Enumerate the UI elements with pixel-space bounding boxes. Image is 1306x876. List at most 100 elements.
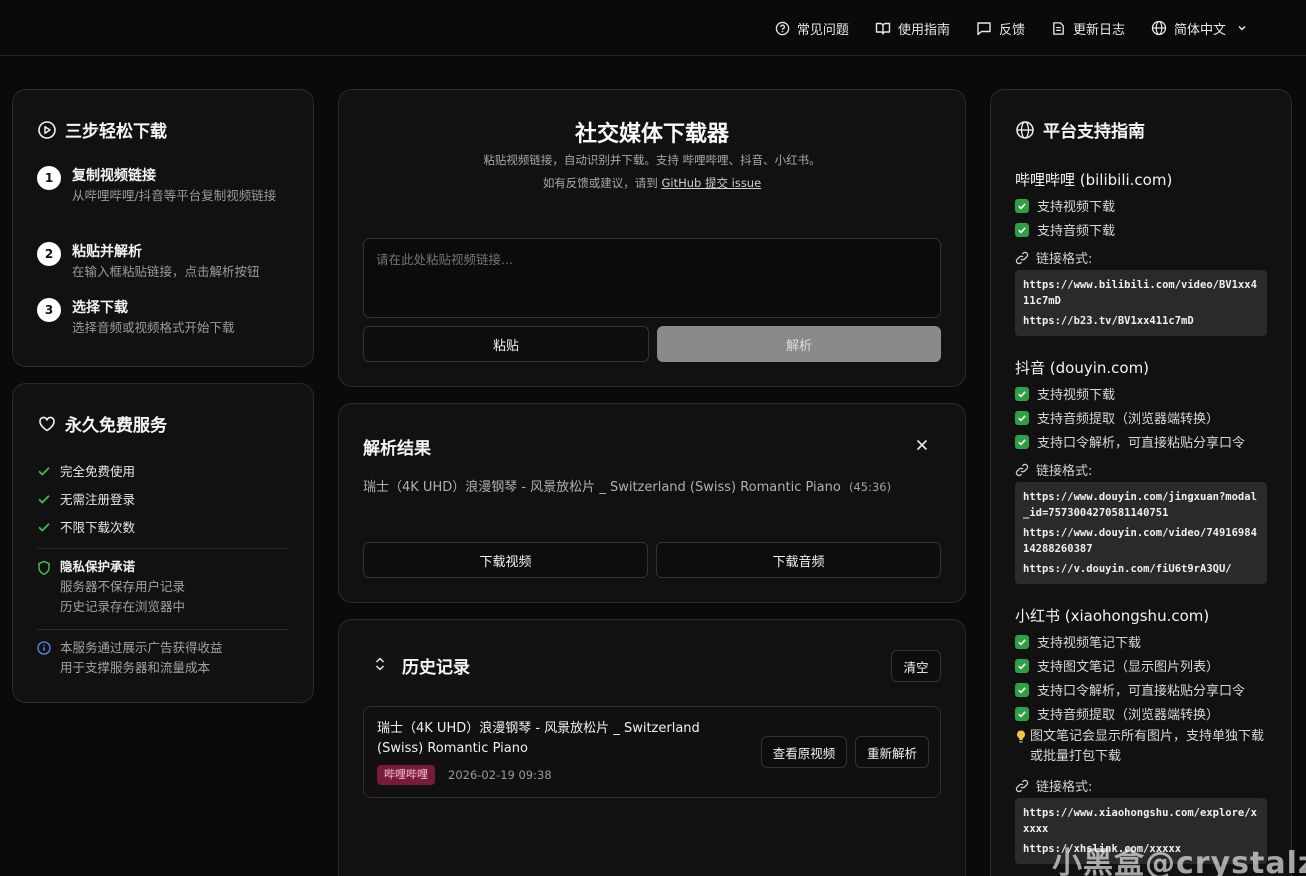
url-input[interactable] xyxy=(363,238,941,318)
download-video-button[interactable]: 下载视频 xyxy=(363,542,648,578)
checkbox-icon xyxy=(1015,706,1029,721)
nav-feedback-label: 反馈 xyxy=(998,22,1025,38)
nav-feedback[interactable]: 反馈 xyxy=(976,17,1025,39)
history-title: 历史记录 xyxy=(402,658,470,678)
info-line: 本服务通过展示广告获得收益 xyxy=(60,640,223,655)
changelog-icon xyxy=(1053,21,1064,35)
format-label-text: 链接格式: xyxy=(1036,252,1093,267)
feature-item: 支持口令解析，可直接粘贴分享口令 xyxy=(1015,680,1245,699)
checkbox-icon xyxy=(1015,222,1029,237)
clear-history-button[interactable]: 清空 xyxy=(891,650,941,682)
history-item-time: 2026-02-19 09:38 xyxy=(448,768,552,782)
feedback-prefix: 如有反馈或建议，请到 xyxy=(542,176,662,190)
nav-guide-label: 使用指南 xyxy=(897,22,950,38)
free-title: 永久免费服务 xyxy=(37,411,167,436)
checkbox-icon xyxy=(1015,386,1029,401)
feature-text: 支持视频下载 xyxy=(1037,388,1116,403)
downloader-panel: 社交媒体下载器 粘贴视频链接，自动识别并下载。支持 哔哩哔哩、抖音、小红书。 如… xyxy=(338,89,966,387)
free-title-text: 永久免费服务 xyxy=(65,416,167,436)
view-original-button[interactable]: 查看原视频 xyxy=(761,736,847,768)
steps-title: 三步轻松下载 xyxy=(37,117,167,142)
format-url: https://www.douyin.com/video/74916984142… xyxy=(1023,527,1257,555)
language-label: 简体中文 xyxy=(1173,22,1226,38)
nav-guide[interactable]: 使用指南 xyxy=(875,17,950,39)
parse-button[interactable]: 解析 xyxy=(657,326,941,362)
platform-badge: 哔哩哔哩 xyxy=(377,765,435,785)
step-1: 1 复制视频链接 从哔哩哔哩/抖音等平台复制视频链接 xyxy=(37,166,292,205)
check-item: 无需注册登录 xyxy=(37,489,135,508)
check-item: 完全免费使用 xyxy=(37,461,135,480)
reparse-button[interactable]: 重新解析 xyxy=(855,736,929,768)
step-number: 1 xyxy=(37,166,61,190)
format-url: https://www.xiaohongshu.com/explore/xxxx… xyxy=(1023,807,1257,835)
watermark: 小黑盒@crystalz xyxy=(1052,846,1306,876)
step-title: 选择下载 xyxy=(72,300,128,316)
step-2: 2 粘贴并解析 在输入框粘贴链接，点击解析按钮 xyxy=(37,242,292,281)
result-video-title: 瑞士（4K UHD）浪漫钢琴 - 风景放松片 _ Switzerland (Sw… xyxy=(363,480,841,495)
check-text: 完全免费使用 xyxy=(60,464,136,479)
privacy-title: 隐私保护承诺 xyxy=(60,559,136,574)
checkbox-icon xyxy=(1015,434,1029,449)
feature-item: 支持视频下载 xyxy=(1015,384,1115,403)
privacy-line: 服务器不保存用户记录 xyxy=(60,579,186,594)
feedback-line: 如有反馈或建议，请到 GitHub 提交 issue xyxy=(339,175,965,191)
feature-text: 支持口令解析，可直接粘贴分享口令 xyxy=(1037,436,1246,451)
step-3: 3 选择下载 选择音频或视频格式开始下载 xyxy=(37,298,292,337)
chevron-down-icon xyxy=(1238,26,1246,31)
language-select[interactable]: 简体中文 xyxy=(1151,17,1248,39)
paste-button[interactable]: 粘贴 xyxy=(363,326,649,362)
divider xyxy=(37,629,289,630)
feature-text: 支持图文笔记（显示图片列表） xyxy=(1037,660,1220,675)
format-code-block: https://www.bilibili.com/video/BV1xx411c… xyxy=(1015,270,1267,336)
nav-changelog[interactable]: 更新日志 xyxy=(1051,17,1125,39)
step-title: 复制视频链接 xyxy=(72,168,156,184)
feature-text: 支持音频提取（浏览器端转换） xyxy=(1037,708,1220,723)
lightbulb-icon xyxy=(1017,730,1025,743)
format-label: 链接格式: xyxy=(1015,460,1092,479)
feature-item: 支持音频下载 xyxy=(1015,220,1115,239)
privacy-line: 历史记录存在浏览器中 xyxy=(60,599,186,614)
step-number: 2 xyxy=(37,242,61,266)
close-icon[interactable] xyxy=(915,438,929,452)
platform-name-xiaohongshu: 小红书 (xiaohongshu.com) xyxy=(1015,607,1210,625)
sort-toggle-icon[interactable] xyxy=(373,656,387,672)
history-item[interactable]: 瑞士（4K UHD）浪漫钢琴 - 风景放松片 _ Switzerland (Sw… xyxy=(363,706,941,798)
link-icon xyxy=(1015,251,1029,264)
github-issue-link[interactable]: GitHub 提交 issue xyxy=(661,176,761,190)
checkbox-icon xyxy=(1015,682,1029,697)
check-icon xyxy=(38,494,50,504)
globe-icon xyxy=(1151,20,1167,36)
feature-item: 支持视频笔记下载 xyxy=(1015,632,1141,651)
step-title: 粘贴并解析 xyxy=(72,244,142,260)
format-url: https://v.douyin.com/fiU6t9rA3QU/ xyxy=(1023,563,1232,575)
top-bar: 常见问题 使用指南 反馈 更新日志 简体中文 xyxy=(0,0,1306,56)
divider xyxy=(37,548,289,549)
format-label: 链接格式: xyxy=(1015,776,1092,795)
ad-info-block: 本服务通过展示广告获得收益 用于支撑服务器和流量成本 xyxy=(37,638,223,678)
history-item-title: 瑞士（4K UHD）浪漫钢琴 - 风景放松片 _ Switzerland (Sw… xyxy=(377,721,700,756)
download-audio-button[interactable]: 下载音频 xyxy=(656,542,941,578)
check-item: 不限下载次数 xyxy=(37,517,135,536)
page-subtitle: 粘贴视频链接，自动识别并下载。支持 哔哩哔哩、抖音、小红书。 xyxy=(483,153,821,167)
top-nav: 常见问题 使用指南 反馈 更新日志 简体中文 xyxy=(749,17,1248,39)
format-label: 链接格式: xyxy=(1015,248,1092,267)
heart-icon xyxy=(39,416,55,431)
checkbox-icon xyxy=(1015,634,1029,649)
platform-guide-title: 平台支持指南 xyxy=(1015,117,1145,142)
link-icon xyxy=(1015,463,1029,476)
feature-text: 支持音频提取（浏览器端转换） xyxy=(1037,412,1220,427)
tip-text: 图文笔记会显示所有图片，支持单独下载或批量打包下载 xyxy=(1030,729,1265,764)
info-icon xyxy=(37,641,51,655)
result-duration: (45:36) xyxy=(848,480,892,494)
feature-text: 支持音频下载 xyxy=(1037,224,1116,239)
platform-name-douyin: 抖音 (douyin.com) xyxy=(1015,359,1150,377)
help-circle-icon xyxy=(775,21,790,35)
steps-title-text: 三步轻松下载 xyxy=(65,122,167,142)
checkbox-icon xyxy=(1015,198,1029,213)
privacy-block: 隐私保护承诺 服务器不保存用户记录 历史记录存在浏览器中 xyxy=(37,557,185,617)
check-icon xyxy=(38,522,50,532)
nav-changelog-label: 更新日志 xyxy=(1072,22,1125,38)
feature-item: 支持音频提取（浏览器端转换） xyxy=(1015,704,1219,723)
tip-line: 图文笔记会显示所有图片，支持单独下载或批量打包下载 xyxy=(1015,727,1271,767)
nav-faq[interactable]: 常见问题 xyxy=(775,17,849,39)
